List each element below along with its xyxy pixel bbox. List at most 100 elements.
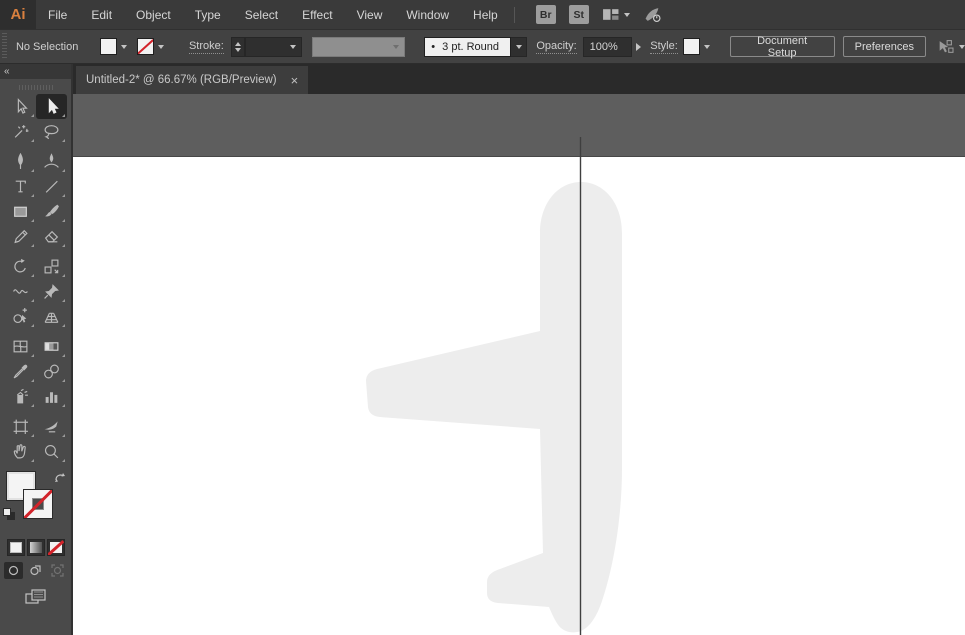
bridge-button[interactable]: Br (535, 5, 556, 24)
preferences-button[interactable]: Preferences (842, 36, 926, 57)
tool-eraser[interactable] (36, 224, 67, 249)
draw-behind-button[interactable] (26, 562, 45, 579)
stroke-chevron-icon[interactable] (157, 44, 164, 49)
tool-pen[interactable] (5, 149, 36, 174)
zoom-icon (44, 444, 58, 459)
gradient-button[interactable] (26, 539, 45, 556)
stroke-color-swatch[interactable] (137, 38, 154, 55)
tool-width[interactable] (5, 279, 36, 304)
swap-fill-stroke-icon[interactable] (53, 471, 67, 484)
draw-inside-button[interactable] (48, 562, 67, 579)
color-button[interactable] (6, 539, 25, 556)
document-setup-button[interactable]: Document Setup (729, 35, 835, 59)
document-tab[interactable]: Untitled-2* @ 66.67% (RGB/Preview) × (75, 65, 310, 94)
width-icon (12, 289, 28, 294)
tool-line-segment[interactable] (36, 174, 67, 199)
brush-definition-dropdown[interactable]: • 3 pt. Round (424, 36, 512, 57)
tool-eyedropper[interactable] (5, 359, 36, 384)
tool-magic-wand[interactable] (5, 119, 36, 144)
style-label[interactable]: Style: (650, 40, 678, 54)
stroke-weight-stepper[interactable] (230, 36, 245, 57)
tool-direct-selection[interactable] (5, 94, 36, 119)
tool-perspective-grid[interactable] (36, 304, 67, 329)
default-fill-stroke-icon[interactable] (2, 508, 16, 521)
tool-gradient[interactable] (36, 334, 67, 359)
workspace-switcher[interactable] (602, 7, 630, 22)
selection-status: No Selection (15, 40, 79, 53)
workspace: « Untitled-2* @ 66.67% (RGB/Preview) × (0, 64, 965, 635)
tool-puppet-warp[interactable] (36, 279, 67, 304)
style-swatch[interactable] (682, 38, 700, 55)
brush-preview-dot: • (431, 40, 436, 53)
canvas-viewport[interactable] (73, 94, 965, 635)
change-screen-mode-button[interactable] (23, 588, 49, 606)
tool-rectangle[interactable] (5, 199, 36, 224)
menu-item-object[interactable]: Object (124, 0, 183, 29)
tool-hand[interactable] (5, 439, 36, 464)
control-bar-grip[interactable] (2, 33, 7, 60)
menu-item-view[interactable]: View (345, 0, 395, 29)
tool-rotate[interactable] (5, 254, 36, 279)
tool-mesh[interactable] (5, 334, 36, 359)
type-icon (15, 180, 26, 193)
opacity-input[interactable]: 100% (582, 36, 633, 57)
style-chevron-icon[interactable] (703, 44, 710, 49)
tool-column-graph[interactable] (36, 384, 67, 409)
none-slash-icon (47, 540, 64, 555)
menu-item-edit[interactable]: Edit (79, 0, 124, 29)
fill-chevron-icon[interactable] (121, 44, 128, 49)
tools-grid (0, 94, 71, 464)
menu-item-help[interactable]: Help (461, 0, 510, 29)
tools-panel-grip[interactable] (18, 85, 53, 90)
tool-selection[interactable] (35, 94, 67, 119)
paintbrush-icon (44, 204, 59, 217)
brush-chevron-button[interactable] (511, 36, 528, 57)
stock-button[interactable]: St (568, 5, 589, 24)
fill-color-swatch[interactable] (100, 38, 118, 55)
eraser-icon (44, 230, 58, 243)
pen-icon (17, 153, 23, 169)
shape-builder-icon (12, 308, 27, 324)
opacity-expander-icon[interactable] (636, 42, 642, 51)
chevron-down-icon (623, 12, 630, 17)
mesh-icon (13, 340, 27, 353)
draw-normal-button[interactable] (4, 562, 23, 579)
menu-item-effect[interactable]: Effect (290, 0, 344, 29)
gpu-performance[interactable] (643, 6, 662, 23)
tool-blend[interactable] (36, 359, 67, 384)
tool-lasso[interactable] (36, 119, 67, 144)
tool-zoom[interactable] (36, 439, 67, 464)
stepper-down-icon[interactable] (234, 47, 241, 52)
chevron-down-icon (290, 44, 297, 49)
opacity-label[interactable]: Opacity: (536, 40, 577, 54)
control-bar: No Selection Stroke: • 3 pt. Round Opaci… (0, 29, 965, 64)
collapse-panel-button[interactable]: « (4, 66, 9, 77)
none-button[interactable] (46, 539, 65, 556)
tool-type[interactable] (5, 174, 36, 199)
tool-shape-builder[interactable] (5, 304, 36, 329)
tool-scale[interactable] (36, 254, 67, 279)
stepper-up-icon[interactable] (234, 41, 241, 46)
stroke-weight-label[interactable]: Stroke: (188, 40, 224, 54)
menu-item-file[interactable]: File (36, 0, 79, 29)
menu-item-select[interactable]: Select (233, 0, 290, 29)
tool-artboard[interactable] (5, 414, 36, 439)
close-icon[interactable]: × (291, 74, 299, 87)
chevron-down-icon (393, 44, 400, 49)
menu-item-type[interactable]: Type (183, 0, 233, 29)
select-similar-options[interactable] (936, 39, 965, 55)
brush-name: 3 pt. Round (442, 40, 500, 53)
tool-slice[interactable] (36, 414, 67, 439)
none-slash-icon (138, 39, 153, 54)
tool-paintbrush[interactable] (36, 199, 67, 224)
stroke-weight-dropdown[interactable] (244, 36, 303, 57)
stroke-swatch[interactable] (22, 489, 53, 519)
tool-symbol-sprayer[interactable] (5, 384, 36, 409)
airplane-shape[interactable] (366, 182, 622, 633)
tool-curvature[interactable] (36, 149, 67, 174)
menu-item-window[interactable]: Window (394, 0, 461, 29)
scale-icon (44, 259, 58, 274)
tool-shaper[interactable] (5, 224, 36, 249)
shaper-icon (13, 229, 28, 244)
rectangle-icon (13, 206, 27, 217)
